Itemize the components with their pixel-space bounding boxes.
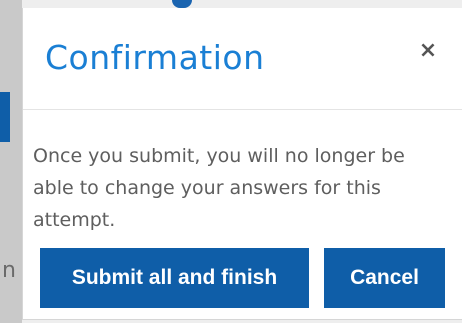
cancel-button[interactable]: Cancel [324,248,445,308]
submit-all-and-finish-button[interactable]: Submit all and finish [40,248,309,308]
confirmation-dialog: Confirmation × Once you submit, you will… [22,8,462,320]
background-partial-text: n [2,258,16,283]
background-indicator [172,0,192,8]
dialog-header: Confirmation × [23,8,462,110]
dialog-message: Once you submit, you will no longer be a… [33,145,405,231]
background-accent-bar [0,92,10,142]
dialog-title: Confirmation [45,38,265,77]
close-icon[interactable]: × [417,40,439,62]
